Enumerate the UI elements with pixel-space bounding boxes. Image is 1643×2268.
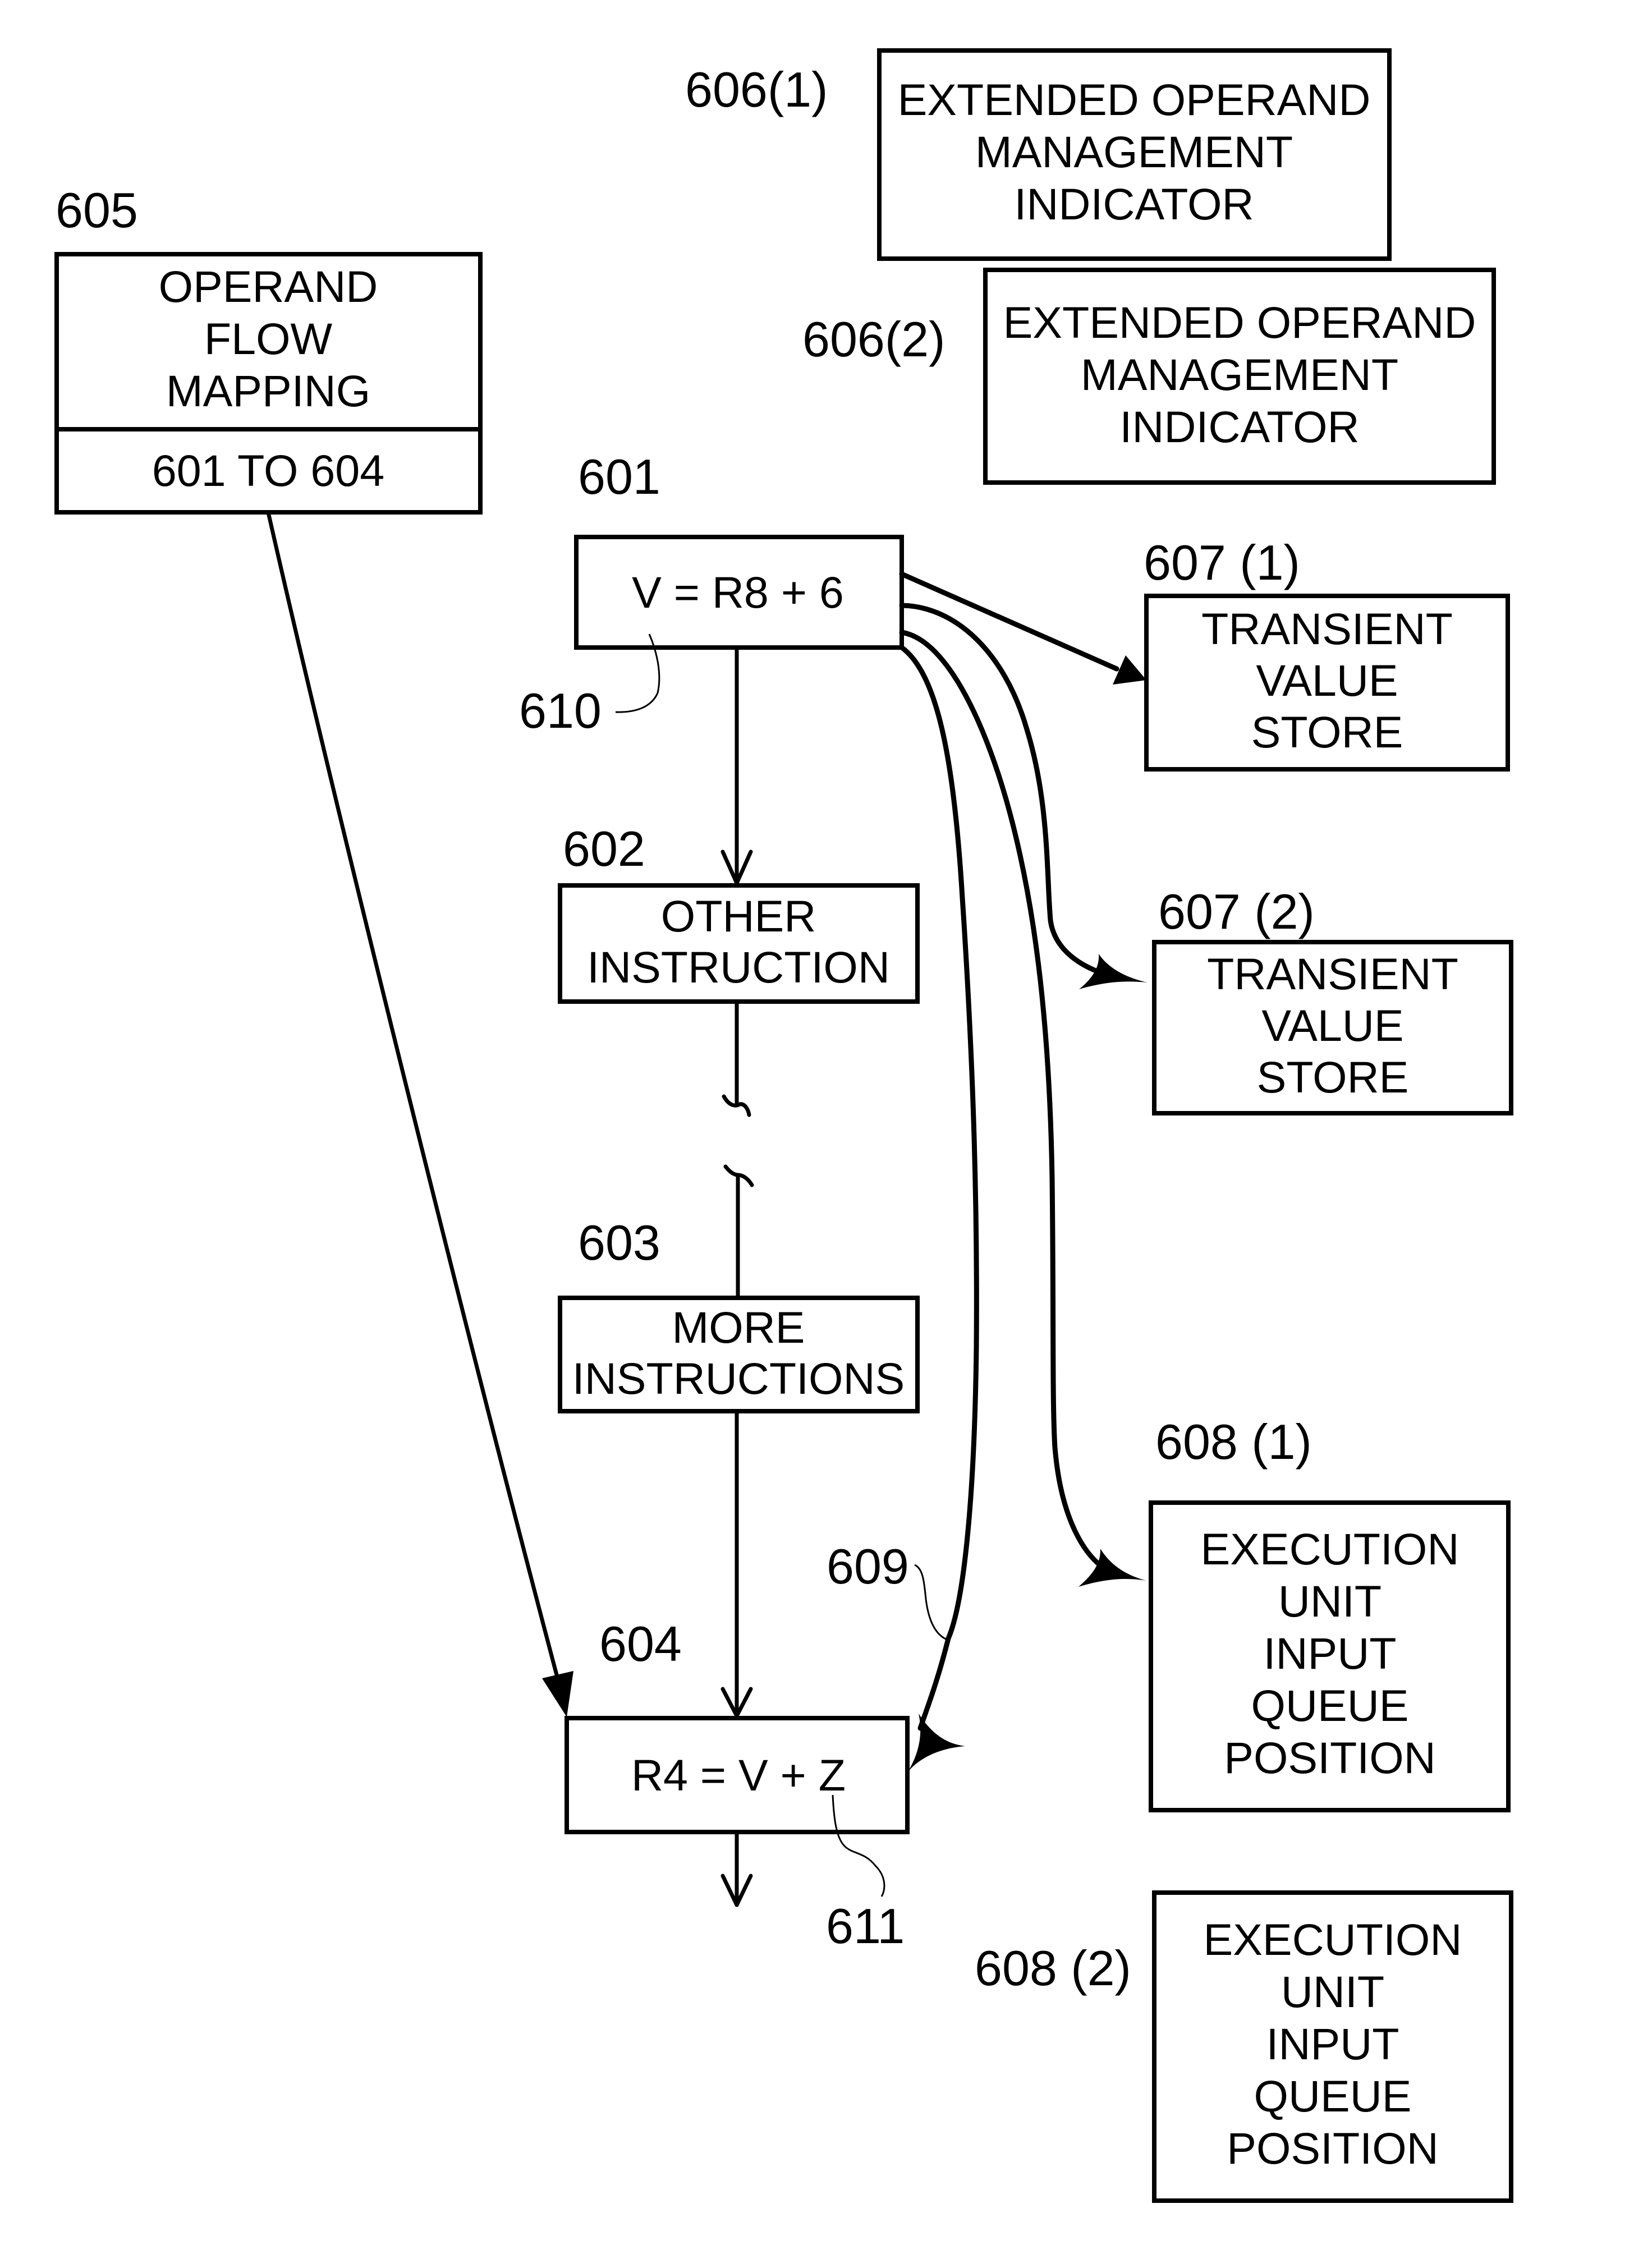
box-607-2-line-2: VALUE	[1261, 1000, 1403, 1050]
box-608-2-line-5: POSITION	[1227, 2123, 1439, 2173]
box-607-1-line-3: STORE	[1251, 707, 1403, 757]
box-605-footer: 601 TO 604	[152, 446, 384, 495]
box-607-1-line-2: VALUE	[1256, 655, 1398, 705]
box-608-1-line-4: QUEUE	[1251, 1681, 1409, 1730]
box-602-line-2: INSTRUCTION	[587, 942, 890, 992]
ref-label-605: 605	[56, 182, 138, 238]
arrow-601-to-604-curve	[899, 645, 979, 1731]
box-606-2-line-1: EXTENDED OPERAND	[1003, 297, 1476, 347]
leader-609: 609	[827, 1539, 949, 1641]
arrow-604-to-next	[720, 1830, 753, 1907]
ref-label-603: 603	[578, 1215, 660, 1270]
arrow-601-to-607-1-line	[899, 571, 1119, 672]
ref-label-604: 604	[599, 1616, 682, 1672]
box-606-1-line-2: MANAGEMENT	[975, 127, 1293, 177]
box-607-1-transient-value-store: 607 (1) TRANSIENT VALUE STORE	[1144, 535, 1510, 772]
ref-label-601: 601	[578, 449, 660, 504]
arrow-601-to-608-1-curve	[899, 630, 1117, 1577]
ref-label-608-1: 608 (1)	[1155, 1414, 1312, 1470]
arrow-601-to-604-head	[907, 1714, 965, 1773]
arrow-605-to-604-head	[542, 1671, 573, 1717]
arrow-605-to-604-line	[266, 510, 561, 1686]
operand-flow-diagram: 605 OPERAND FLOW MAPPING 601 TO 604 606(…	[54, 48, 1513, 2203]
box-605-line-2: FLOW	[204, 314, 333, 364]
ref-label-607-2: 607 (2)	[1158, 884, 1315, 939]
box-607-2-transient-value-store: 607 (2) TRANSIENT VALUE STORE	[1152, 884, 1513, 1115]
box-608-1-line-1: EXECUTION	[1201, 1524, 1460, 1574]
arrow-601-to-607-2	[899, 603, 1148, 989]
box-601-instruction: 601 V = R8 + 6	[574, 449, 904, 650]
box-601-expression: V = R8 + 6	[632, 567, 844, 617]
ref-label-606-2: 606(2)	[802, 311, 945, 367]
ref-label-610: 610	[519, 683, 602, 738]
ref-label-611: 611	[826, 1898, 905, 1954]
box-604-expression: R4 = V + Z	[631, 1750, 846, 1800]
ref-label-607-1: 607 (1)	[1144, 535, 1300, 590]
ref-label-608-2: 608 (2)	[975, 1940, 1131, 1996]
box-607-2-line-1: TRANSIENT	[1207, 949, 1458, 999]
box-608-1-line-3: INPUT	[1264, 1628, 1397, 1678]
box-606-1-extended-operand-management-indicator: 606(1) EXTENDED OPERAND MANAGEMENT INDIC…	[685, 48, 1392, 261]
box-608-2-line-2: UNIT	[1281, 1967, 1384, 2017]
box-603-line-1: MORE	[672, 1302, 805, 1352]
arrow-601-to-608-1	[899, 630, 1146, 1587]
box-602-line-1: OTHER	[661, 891, 816, 941]
box-608-2-line-4: QUEUE	[1254, 2071, 1412, 2121]
arrow-603-to-604	[720, 1409, 753, 1718]
box-608-1-line-5: POSITION	[1224, 1733, 1436, 1783]
arrow-601-to-604-609	[899, 645, 979, 1773]
box-608-2-line-3: INPUT	[1266, 2019, 1399, 2069]
box-608-1-line-2: UNIT	[1278, 1576, 1382, 1626]
arrow-601-to-607-1	[899, 571, 1146, 685]
arrow-601-to-607-2-curve	[899, 603, 1117, 979]
box-606-1-line-3: INDICATOR	[1014, 179, 1254, 229]
box-608-1-execution-unit-input-queue-position: 608 (1) EXECUTION UNIT INPUT QUEUE POSIT…	[1149, 1414, 1511, 1812]
box-606-1-line-1: EXTENDED OPERAND	[898, 75, 1371, 125]
box-606-2-line-3: INDICATOR	[1119, 402, 1359, 452]
box-605-operand-flow-mapping: 605 OPERAND FLOW MAPPING 601 TO 604	[54, 182, 483, 515]
ref-label-602: 602	[563, 821, 645, 876]
ref-label-609: 609	[827, 1539, 909, 1594]
leader-line-609	[914, 1564, 949, 1641]
box-605-line-3: MAPPING	[166, 366, 370, 416]
ref-label-606-1: 606(1)	[685, 62, 828, 117]
box-608-2-line-1: EXECUTION	[1204, 1915, 1462, 1964]
arrow-601-to-602	[720, 645, 753, 885]
box-607-1-line-1: TRANSIENT	[1201, 604, 1453, 654]
box-606-2-line-2: MANAGEMENT	[1081, 350, 1398, 400]
box-606-2-extended-operand-management-indicator: 606(2) EXTENDED OPERAND MANAGEMENT INDIC…	[802, 268, 1496, 485]
arrow-601-to-607-2-head	[1079, 954, 1148, 989]
box-607-2-line-3: STORE	[1257, 1052, 1409, 1102]
flow-602-to-603-break	[722, 999, 754, 1300]
box-605-line-1: OPERAND	[159, 261, 378, 311]
box-608-2-execution-unit-input-queue-position: 608 (2) EXECUTION UNIT INPUT QUEUE POSIT…	[975, 1890, 1513, 2203]
box-603-line-2: INSTRUCTIONS	[572, 1353, 905, 1403]
